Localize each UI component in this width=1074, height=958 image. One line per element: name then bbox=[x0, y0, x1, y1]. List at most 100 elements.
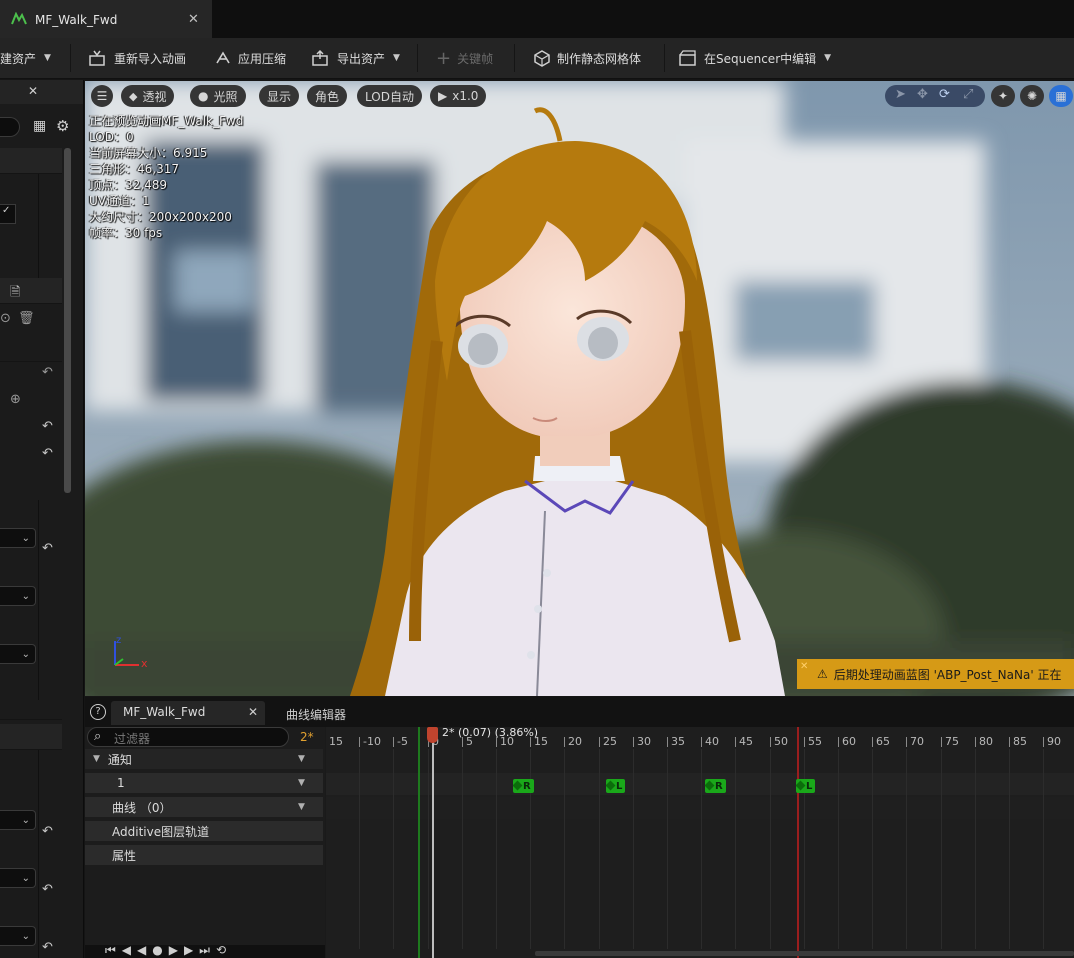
chevron-down-icon: ⌄ bbox=[21, 872, 30, 884]
surface-snap-button[interactable]: ✺ bbox=[1020, 85, 1044, 107]
dropdown-select[interactable]: ⌄ bbox=[0, 926, 36, 946]
playback-range-end[interactable] bbox=[797, 727, 799, 958]
scale-icon[interactable]: ⤢ bbox=[963, 87, 973, 102]
rotate-icon[interactable]: ⟳ bbox=[939, 87, 950, 102]
reimport-animation-button[interactable]: 重新导入动画 bbox=[88, 46, 186, 70]
track-additive-layer[interactable]: Additive图层轨道 bbox=[85, 821, 323, 843]
table-view-icon[interactable]: ▦ bbox=[33, 118, 46, 134]
ruler-tick bbox=[770, 737, 771, 747]
column-divider bbox=[38, 750, 39, 958]
sphere-icon: ● bbox=[198, 89, 209, 103]
move-icon[interactable]: ✥ bbox=[917, 87, 928, 102]
keyframe-button[interactable]: + 关键帧 bbox=[436, 46, 493, 70]
key-L-2[interactable]: L bbox=[796, 779, 816, 793]
edit-in-sequencer-button[interactable]: 在Sequencer中编辑 ▼ bbox=[678, 46, 831, 70]
reset-arrow-icon[interactable]: ↶ bbox=[42, 541, 53, 556]
perspective-button[interactable]: ◆ 透视 bbox=[121, 85, 175, 107]
ruler-tick-label: 75 bbox=[945, 735, 959, 748]
grid-snap-button[interactable]: ▦ bbox=[1049, 85, 1073, 107]
timeline-area[interactable]: 15-10-5051015202530354045505560657075808… bbox=[326, 727, 1074, 958]
play-rate-button[interactable]: ▶ x1.0 bbox=[430, 85, 487, 107]
create-asset-button[interactable]: 建资产 ▼ bbox=[0, 46, 51, 70]
show-label: 显示 bbox=[267, 89, 292, 104]
add-element-icon[interactable]: ⊕ bbox=[10, 392, 21, 407]
ruler-gridline bbox=[359, 749, 360, 949]
reset-arrow-icon[interactable]: ↶ bbox=[42, 446, 53, 461]
track-menu-arrow-icon[interactable]: ▼ bbox=[298, 802, 305, 812]
track-curves[interactable]: 曲线 （0） ▼ bbox=[85, 797, 323, 819]
ruler-gridline bbox=[770, 749, 771, 949]
ruler-tick bbox=[735, 737, 736, 747]
browse-asset-icon[interactable]: 🗎 bbox=[10, 283, 20, 305]
add-icon[interactable]: ⊙ bbox=[0, 311, 11, 326]
document-tab[interactable]: MF_Walk_Fwd ✕ bbox=[0, 0, 212, 38]
close-icon[interactable]: ✕ bbox=[28, 84, 38, 98]
lod-auto-button[interactable]: LOD自动 bbox=[357, 85, 422, 107]
track-menu-arrow-icon[interactable]: ▼ bbox=[298, 778, 305, 788]
tab-asset[interactable]: MF_Walk_Fwd ✕ bbox=[111, 701, 265, 725]
make-static-mesh-button[interactable]: 制作静态网格体 bbox=[533, 46, 641, 70]
ruler-gridline bbox=[599, 749, 600, 949]
dropdown-select[interactable]: ⌄ bbox=[0, 586, 36, 606]
gear-icon[interactable]: ⚙ bbox=[56, 117, 69, 135]
dropdown-select[interactable]: ⌄ bbox=[0, 868, 36, 888]
ruler-tick bbox=[564, 737, 565, 747]
dropdown-select[interactable]: ⌄ bbox=[0, 644, 36, 664]
reset-arrow-icon[interactable]: ↶ bbox=[42, 824, 53, 839]
track-notifies[interactable]: ▼ 通知 ▼ bbox=[85, 749, 323, 771]
notify-track-lane[interactable] bbox=[326, 773, 1074, 795]
reset-arrow-icon[interactable]: ↶ bbox=[42, 365, 53, 380]
timeline-scrollbar[interactable] bbox=[535, 951, 1074, 956]
details-section-header[interactable] bbox=[0, 148, 62, 174]
details-search-input[interactable] bbox=[0, 117, 20, 137]
lighting-button[interactable]: ● 光照 bbox=[190, 85, 246, 107]
playhead-line[interactable] bbox=[432, 727, 434, 958]
details-scrollbar[interactable] bbox=[64, 148, 71, 493]
apply-compression-label: 应用压缩 bbox=[238, 51, 287, 66]
warning-close-icon[interactable]: ✕ bbox=[800, 661, 808, 672]
help-icon[interactable]: ? bbox=[90, 704, 106, 720]
filter-input[interactable]: ⌕ 过滤器 bbox=[87, 727, 289, 747]
delete-icon[interactable]: 🗑 bbox=[18, 311, 35, 326]
key-R-1[interactable]: R bbox=[513, 779, 534, 793]
create-asset-label: 建资产 bbox=[0, 51, 37, 66]
dropdown-select[interactable]: ⌄ bbox=[0, 810, 36, 830]
character-button[interactable]: 角色 bbox=[307, 85, 348, 107]
details-section-header[interactable] bbox=[0, 724, 62, 750]
stat-framerate: 帧率：30 fps bbox=[89, 226, 163, 240]
viewport-menu-button[interactable]: ☰ bbox=[91, 85, 113, 107]
ruler-tick-label: 80 bbox=[979, 735, 993, 748]
export-asset-label: 导出资产 bbox=[337, 51, 386, 66]
dropdown-select[interactable]: ⌄ bbox=[0, 528, 36, 548]
toolbar: 建资产 ▼ 重新导入动画 应用压缩 导出资产 ▼ + 关键帧 制作静态网格体 在… bbox=[0, 38, 1074, 79]
world-local-button[interactable]: ✦ bbox=[991, 85, 1015, 107]
ruler-gridline bbox=[496, 749, 497, 949]
ruler-gridline bbox=[872, 749, 873, 949]
playhead-handle[interactable] bbox=[427, 727, 438, 743]
export-asset-button[interactable]: 导出资产 ▼ bbox=[311, 46, 400, 70]
tab-curve-editor[interactable]: 曲线编辑器 bbox=[286, 706, 346, 723]
reset-arrow-icon[interactable]: ↶ bbox=[42, 940, 53, 955]
apply-compression-button[interactable]: 应用压缩 bbox=[214, 46, 286, 70]
key-R-2[interactable]: R bbox=[705, 779, 726, 793]
select-arrow-icon[interactable]: ➤ bbox=[895, 87, 906, 102]
ruler-tick bbox=[941, 737, 942, 747]
preview-viewport[interactable]: ☰ ◆ 透视 ● 光照 显示 角色 LOD自动 ▶ x1.0 ➤ ✥ ⟳ ⤢ ✦… bbox=[85, 81, 1074, 696]
reset-arrow-icon[interactable]: ↶ bbox=[42, 419, 53, 434]
transport-controls-icon[interactable]: ⏮◀◀●▶▶⏭⟲ bbox=[105, 943, 232, 958]
timeline-tab-bar: ? MF_Walk_Fwd ✕ 曲线编辑器 bbox=[85, 697, 1074, 727]
track-notify-1[interactable]: 1 ▼ bbox=[85, 773, 323, 795]
close-icon[interactable]: ✕ bbox=[188, 12, 199, 27]
playback-range-start[interactable] bbox=[418, 727, 420, 958]
close-icon[interactable]: ✕ bbox=[248, 705, 258, 719]
reimport-label: 重新导入动画 bbox=[114, 51, 187, 66]
sequencer-icon bbox=[679, 50, 696, 66]
key-L-1[interactable]: L bbox=[606, 779, 626, 793]
track-menu-arrow-icon[interactable]: ▼ bbox=[298, 754, 305, 764]
animation-timeline-panel: ? MF_Walk_Fwd ✕ 曲线编辑器 ⌕ 过滤器 2* ▼ 通知 ▼ 1 … bbox=[85, 697, 1074, 958]
snap-icon: ✺ bbox=[1026, 89, 1038, 103]
checkbox-field[interactable]: ✓ bbox=[0, 204, 16, 224]
track-attributes[interactable]: 属性 bbox=[85, 845, 323, 867]
show-button[interactable]: 显示 bbox=[259, 85, 300, 107]
reset-arrow-icon[interactable]: ↶ bbox=[42, 882, 53, 897]
